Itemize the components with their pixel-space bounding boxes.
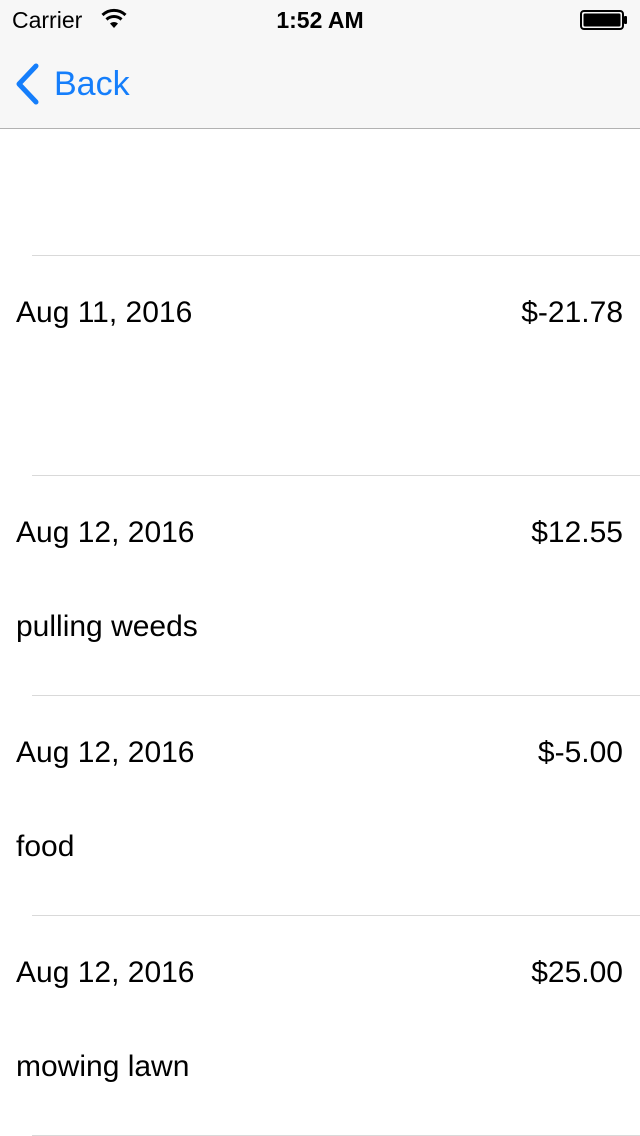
back-label: Back [54, 65, 130, 103]
transaction-note: mowing lawn [16, 1050, 190, 1083]
transaction-amount: $-21.78 [521, 296, 623, 329]
transaction-date: Aug 12, 2016 [16, 956, 195, 989]
transaction-date: Aug 12, 2016 [16, 516, 195, 549]
transaction-row[interactable]: Aug 11, 2016 $-21.78 [0, 255, 640, 476]
transaction-row[interactable]: Aug 12, 2016 $-5.00 food [0, 695, 640, 916]
transaction-note: pulling weeds [16, 610, 198, 643]
transaction-row[interactable]: Aug 12, 2016 $25.00 mowing lawn [0, 915, 640, 1136]
transaction-date: Aug 12, 2016 [16, 736, 195, 769]
transaction-note: food [16, 830, 75, 863]
status-bar: Carrier 1:52 AM [0, 0, 640, 40]
transaction-list[interactable]: Aug 11, 2016 $-21.78 Aug 12, 2016 $12.55… [0, 129, 640, 1136]
transaction-row[interactable]: Aug 12, 2016 $12.55 pulling weeds [0, 475, 640, 696]
transaction-amount: $-5.00 [537, 736, 623, 769]
transaction-amount: $12.55 [531, 516, 623, 549]
navigation-bar: Carrier 1:52 AM Back [0, 0, 640, 129]
chevron-left-icon [16, 63, 39, 105]
list-header-spacer [0, 129, 640, 256]
status-time: 1:52 AM [276, 7, 364, 33]
transaction-date: Aug 11, 2016 [16, 296, 193, 329]
back-button[interactable]: Back [14, 62, 130, 106]
battery-icon [580, 10, 627, 30]
transaction-amount: $25.00 [531, 956, 623, 989]
